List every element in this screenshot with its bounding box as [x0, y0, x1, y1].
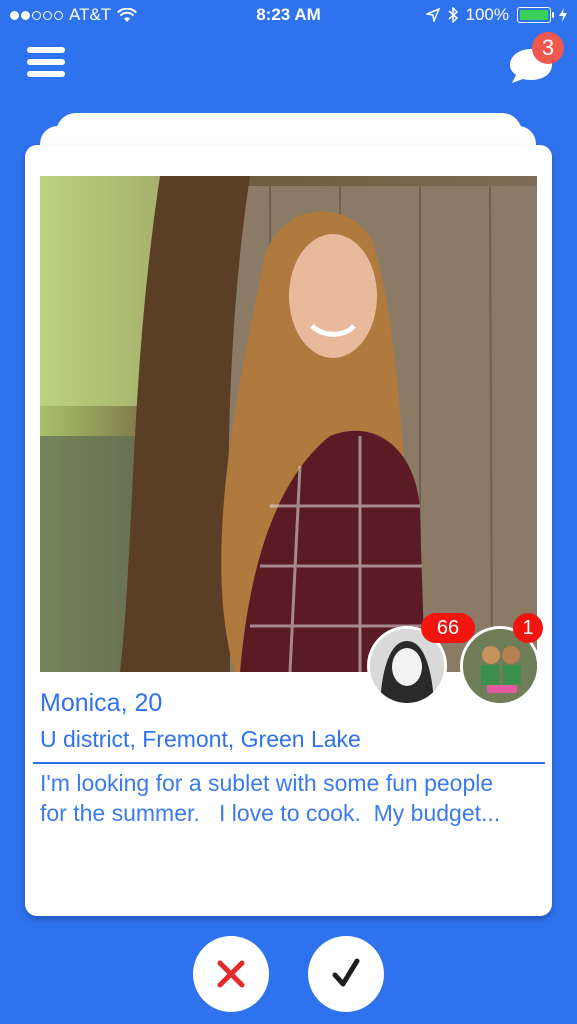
- location-arrow-icon: [425, 8, 440, 22]
- check-icon: [332, 958, 360, 987]
- profile-locations: U district, Fremont, Green Lake: [40, 726, 361, 752]
- battery-percent: 100%: [465, 5, 509, 24]
- mutual-friends-count-badge: 66: [421, 613, 475, 643]
- status-bar: AT&T 8:23 AM 100%: [0, 0, 577, 30]
- accept-button[interactable]: [308, 936, 384, 1012]
- battery-icon: [517, 7, 554, 23]
- mutual-group-count-badge: 1: [513, 613, 543, 643]
- profile-photo: [40, 176, 537, 672]
- profile-description: I'm looking for a sublet with some fun p…: [40, 770, 501, 826]
- hamburger-menu-icon[interactable]: [27, 47, 65, 77]
- charging-bolt-icon: [559, 8, 567, 22]
- chat-notification-badge: 3: [532, 32, 564, 64]
- bluetooth-icon: [448, 7, 458, 23]
- profile-name-age: Monica, 20: [40, 689, 163, 717]
- reject-button[interactable]: [193, 936, 269, 1012]
- divider: [33, 762, 545, 764]
- status-right: 100%: [425, 5, 567, 25]
- x-icon: [217, 960, 245, 988]
